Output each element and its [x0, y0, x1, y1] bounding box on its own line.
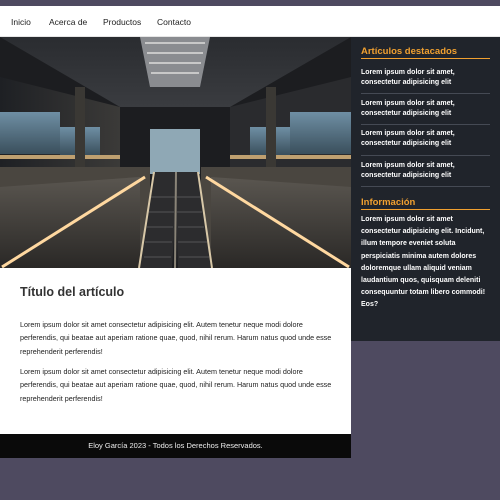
hero-image [0, 37, 351, 268]
divider [361, 93, 490, 94]
main-nav: Inicio Acerca de Productos Contacto [0, 6, 500, 37]
nav-link-contacto[interactable]: Contacto [157, 6, 191, 36]
article: Título del artículo Lorem ipsum dolor si… [0, 268, 351, 434]
featured-article-link[interactable]: Lorem ipsum dolor sit amet, consectetur … [361, 161, 490, 181]
article-title: Título del artículo [20, 285, 125, 299]
featured-article-link[interactable]: Lorem ipsum dolor sit amet, consectetur … [361, 129, 490, 149]
heading-underline [361, 209, 490, 210]
footer: Eloy García 2023 - Todos los Derechos Re… [0, 434, 351, 458]
nav-link-acerca-de[interactable]: Acerca de [49, 6, 87, 36]
featured-articles-heading: Artículos destacados [361, 46, 458, 57]
divider [361, 124, 490, 125]
article-paragraph: Lorem ipsum dolor sit amet consectetur a… [20, 320, 332, 356]
divider [361, 155, 490, 156]
escalator-photo [0, 37, 351, 268]
info-text: Lorem ipsum dolor sit amet consectetur a… [361, 216, 486, 309]
footer-copyright: Eloy García 2023 - Todos los Derechos Re… [88, 441, 263, 450]
featured-article-link[interactable]: Lorem ipsum dolor sit amet, consectetur … [361, 99, 490, 119]
featured-article-link[interactable]: Lorem ipsum dolor sit amet, consectetur … [361, 68, 490, 88]
article-paragraph: Lorem ipsum dolor sit amet consectetur a… [20, 367, 332, 403]
info-heading: Información [361, 197, 416, 208]
divider [361, 186, 490, 187]
nav-link-productos[interactable]: Productos [103, 6, 141, 36]
heading-underline [361, 58, 490, 59]
nav-link-inicio[interactable]: Inicio [11, 6, 31, 36]
sidebar: Artículos destacados Lorem ipsum dolor s… [351, 37, 500, 341]
